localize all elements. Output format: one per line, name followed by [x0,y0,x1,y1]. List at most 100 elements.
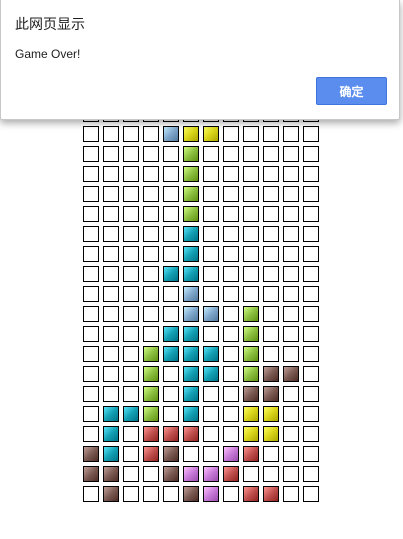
board-cell-block [181,284,201,304]
board-cell-empty [81,164,101,184]
cell-square [243,146,259,162]
board-cell-empty [301,344,321,364]
cell-square [223,206,239,222]
cell-square [243,386,259,402]
cell-square [163,486,179,502]
cell-square [243,306,259,322]
board-cell-empty [81,264,101,284]
board-cell-empty [221,304,241,324]
cell-square [123,266,139,282]
cell-square [303,446,319,462]
board-cell-empty [141,284,161,304]
board-cell-block [181,364,201,384]
board-cell-empty [101,184,121,204]
board-cell-empty [241,464,261,484]
cell-square [203,166,219,182]
board-cell-block [181,384,201,404]
board-cell-empty [261,164,281,184]
cell-square [123,226,139,242]
board-cell-empty [101,244,121,264]
board-cell-empty [201,264,221,284]
board-cell-empty [141,264,161,284]
cell-square [223,266,239,282]
board-cell-block [101,444,121,464]
board-cell-empty [101,264,121,284]
cell-square [283,186,299,202]
board-cell-empty [121,184,141,204]
cell-square [263,426,279,442]
cell-square [203,306,219,322]
board-cell-empty [261,324,281,344]
cell-square [83,346,99,362]
cell-square [143,406,159,422]
cell-square [183,306,199,322]
cell-square [163,326,179,342]
cell-square [203,226,219,242]
board-cell-empty [221,344,241,364]
board-cell-block [101,464,121,484]
board-cell-block [201,124,221,144]
cell-square [103,286,119,302]
board-cell-empty [301,184,321,204]
cell-square [103,426,119,442]
board-cell-empty [161,284,181,304]
board-cell-empty [281,464,301,484]
board-cell-empty [301,444,321,464]
board-cell-empty [261,144,281,164]
cell-square [183,246,199,262]
cell-square [263,186,279,202]
board-cell-block [241,384,261,404]
cell-square [163,466,179,482]
board-cell-block [141,344,161,364]
cell-square [263,406,279,422]
board-cell-block [241,484,261,504]
cell-square [163,146,179,162]
cell-square [103,386,119,402]
board-cell-empty [301,204,321,224]
board-cell-empty [101,324,121,344]
board-cell-block [81,464,101,484]
board-cell-empty [141,144,161,164]
board-cell-empty [201,284,221,304]
board-cell-empty [101,384,121,404]
cell-square [263,246,279,262]
cell-square [303,426,319,442]
board-cell-empty [121,344,141,364]
cell-square [223,466,239,482]
board-cell-empty [81,404,101,424]
cell-square [103,206,119,222]
cell-square [243,226,259,242]
board-cell-empty [101,364,121,384]
cell-square [83,146,99,162]
board-cell-empty [161,184,181,204]
cell-square [123,306,139,322]
board-cell-block [241,424,261,444]
cell-square [203,346,219,362]
board-cell-block [201,464,221,484]
cell-square [183,486,199,502]
board-cell-block [181,244,201,264]
cell-square [283,206,299,222]
board-cell-empty [101,284,121,304]
cell-square [163,306,179,322]
board-cell-block [241,304,261,324]
board-cell-block [181,304,201,324]
ok-button[interactable]: 确定 [316,77,387,105]
cell-square [223,446,239,462]
board-cell-block [201,364,221,384]
cell-square [123,326,139,342]
board-cell-empty [201,404,221,424]
cell-square [83,186,99,202]
board-cell-empty [81,144,101,164]
cell-square [243,466,259,482]
board-cell-block [201,484,221,504]
board-cell-empty [261,444,281,464]
board-cell-block [101,424,121,444]
cell-square [203,466,219,482]
board-cell-empty [101,344,121,364]
cell-square [143,466,159,482]
cell-square [283,326,299,342]
cell-square [143,146,159,162]
cell-square [123,346,139,362]
board-cell-empty [81,124,101,144]
